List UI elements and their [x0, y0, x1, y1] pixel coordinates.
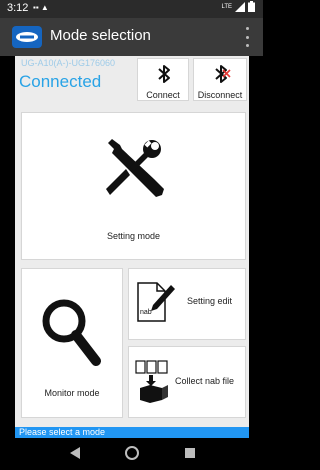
status-message: Please select a mode: [19, 427, 106, 437]
device-id: UG-A10(A-)-UG176060: [21, 58, 116, 68]
setting-edit-label: Setting edit: [187, 296, 233, 306]
bluetooth-disabled-icon: [215, 65, 231, 83]
collect-files-icon: [135, 360, 168, 403]
collect-nab-file-label: Collect nab file: [175, 376, 235, 386]
status-icons: LTE: [221, 1, 255, 12]
app-bar: Mode selection: [0, 18, 263, 56]
collect-nab-file-button[interactable]: Collect nab file: [128, 346, 246, 418]
disconnect-label: Disconnect: [197, 90, 243, 100]
main-content: UG-A10(A-)-UG176060 Connected Connect Di…: [15, 56, 249, 427]
clock: 3:12: [7, 2, 29, 14]
monitor-mode-button[interactable]: Monitor mode: [21, 268, 123, 418]
battery-icon: [248, 1, 255, 12]
setting-mode-button[interactable]: Setting mode: [21, 112, 246, 260]
connection-status: Connected: [19, 72, 102, 91]
status-message-bar: Please select a mode: [15, 427, 249, 438]
wrench-screwdriver-icon: [106, 139, 164, 197]
back-icon[interactable]: [69, 446, 81, 460]
overflow-menu-icon[interactable]: [243, 27, 251, 47]
network-type-label: LTE: [221, 3, 232, 10]
system-nav-bar: [0, 438, 263, 470]
signal-icon: [235, 1, 245, 12]
nab-icon-text: nab: [140, 309, 152, 316]
phone-screen: 3:12 ▪▪ ▲ LTE Mode selection UG-A10(A-)-…: [0, 0, 263, 470]
home-icon[interactable]: [124, 445, 140, 461]
system-status-bar: 3:12 ▪▪ ▲ LTE: [0, 0, 263, 18]
setting-mode-label: Setting mode: [106, 231, 161, 241]
app-logo-icon: [12, 26, 42, 48]
bluetooth-icon: [158, 65, 170, 83]
monitor-mode-label: Monitor mode: [44, 388, 100, 398]
page-title: Mode selection: [50, 27, 151, 44]
connect-button[interactable]: Connect: [137, 58, 189, 101]
connect-label: Connect: [146, 90, 180, 100]
disconnect-button[interactable]: Disconnect: [193, 58, 247, 101]
recents-icon[interactable]: [184, 447, 196, 459]
document-edit-icon: [137, 282, 175, 322]
notification-icons: ▪▪ ▲: [33, 3, 49, 12]
magnifier-icon: [42, 299, 101, 366]
setting-edit-button[interactable]: nab Setting edit: [128, 268, 246, 340]
